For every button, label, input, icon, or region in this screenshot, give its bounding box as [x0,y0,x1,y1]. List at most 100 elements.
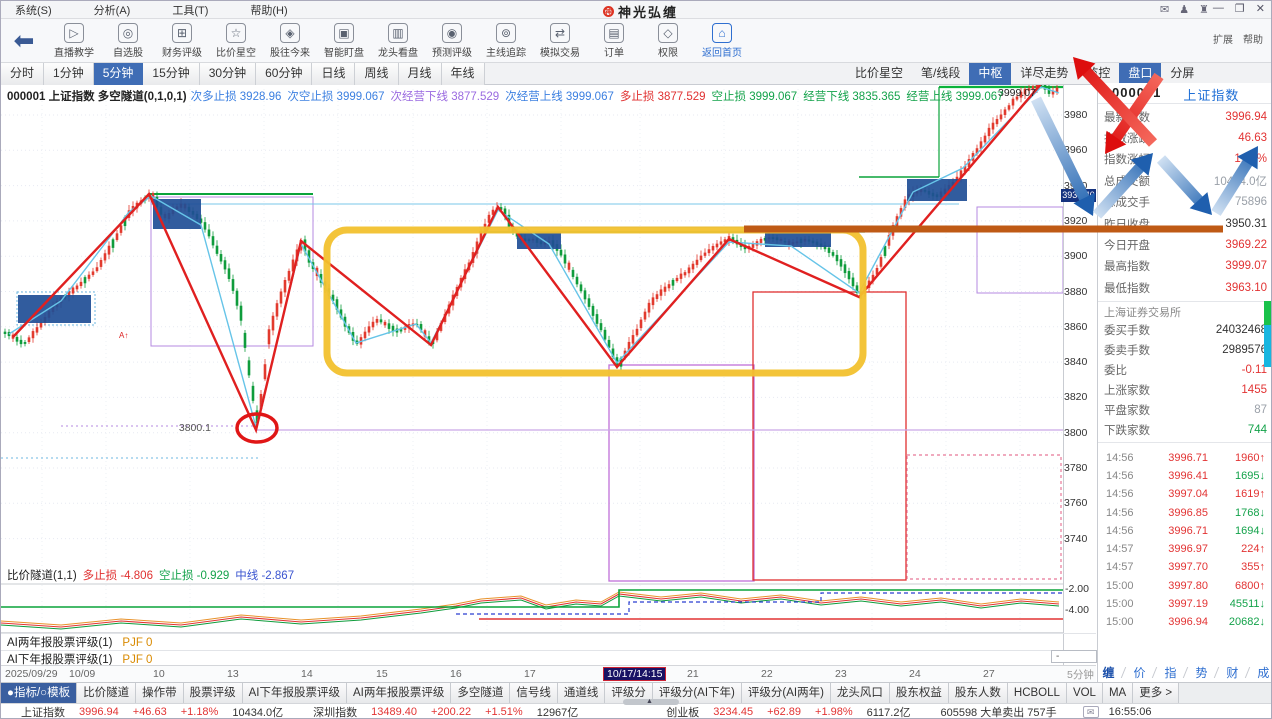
toolbar-item-label: 自选股 [101,44,155,59]
status-item: +1.18% [181,706,219,718]
menubar-item[interactable]: 系统(S) [15,2,52,18]
indicator-tab-比价隧道[interactable]: 比价隧道 [77,683,136,704]
indicator-tab-更多[interactable]: 更多 > [1133,683,1179,704]
toolbar-item-home[interactable]: ⌂返回首页 [695,23,749,59]
period-tab-周线[interactable]: 周线 [355,63,398,85]
toolbar-item-leader-watch[interactable]: ▥龙头看盘 [371,23,425,59]
indicator-tab-操作带[interactable]: 操作带 [136,683,184,704]
indicator-tab-VOL[interactable]: VOL [1067,683,1103,704]
menubar-item[interactable]: 分析(A) [94,2,131,18]
indicator-tab-通道线[interactable]: 通道线 [558,683,606,704]
y-axis-label: 3840 [1064,356,1094,368]
quote-row: 总成交额10434.0亿 [1098,170,1272,191]
bid-bar [1264,301,1271,325]
period-tab-60分钟[interactable]: 60分钟 [256,63,312,85]
indicator-tab-HCBOLL[interactable]: HCBOLL [1008,683,1067,704]
period-tab-月线[interactable]: 月线 [399,63,442,85]
tick-row: 14:563996.411695↓ [1098,467,1272,485]
indicator-tab-股东人数[interactable]: 股东人数 [949,683,1008,704]
y-axis-label: 3760 [1064,497,1094,509]
link-help[interactable]: 帮助 [1243,31,1263,46]
indicator-tab-MA[interactable]: MA [1103,683,1133,704]
indicator-tab-股东权益[interactable]: 股东权益 [890,683,949,704]
indicator-tab-股票评级[interactable]: 股票评级 [184,683,243,704]
view-tab-监控[interactable]: 监控 [1077,63,1119,85]
message-envelope-icon[interactable]: ✉ [1083,706,1099,718]
mail-icon[interactable]: ✉ [1160,3,1169,16]
menubar-item[interactable]: 帮助(H) [250,2,287,18]
view-tab-分屏[interactable]: 分屏 [1161,63,1203,85]
toolbar-item-permission[interactable]: ◇权限 [641,23,695,59]
menubar-item[interactable]: 工具(T) [172,2,208,18]
panel-mini-tab-财[interactable]: 财 [1226,664,1238,681]
period-tab-1分钟[interactable]: 1分钟 [44,63,94,85]
tick-volume: 1768↓ [1235,507,1265,519]
quote-row-value: 1.18% [1234,153,1267,165]
toolbar-item-finance-rating[interactable]: ⊞财务评级 [155,23,209,59]
minimize-button[interactable]: — [1213,2,1224,15]
toolbar-item-mainline-tracking[interactable]: ⊚主线追踪 [479,23,533,59]
mini-tab-divider [1152,667,1157,678]
period-tab-15分钟[interactable]: 15分钟 [143,63,199,85]
tick-row: 15:003997.806800↑ [1098,577,1272,595]
toolbar-item-smart-monitor[interactable]: ▣智能盯盘 [317,23,371,59]
toolbar-item-label: 预测评级 [425,44,479,59]
ai-rating-row: AI下年报股票评级(1)PJF 0 [1,650,1096,666]
panel-mini-tab-缠[interactable]: 缠 [1102,664,1114,681]
maximize-button[interactable]: ❐ [1235,2,1245,15]
panel-mini-tab-指[interactable]: 指 [1164,664,1176,681]
status-item: +1.51% [485,706,523,718]
toolbar-item-watchlist[interactable]: ◎自选股 [101,23,155,59]
toolbar-item-live-teaching[interactable]: ▷直播教学 [47,23,101,59]
x-axis: 2025/09/2910/0910131415161710/17/14:1521… [1,665,1096,682]
header-field: 多止损 3877.529 [620,91,706,103]
stock-name[interactable]: 上证指数 [1183,85,1239,101]
y-axis-label: 3740 [1064,533,1094,545]
toolbar-item-sim-trading[interactable]: ⇄模拟交易 [533,23,587,59]
indicator-tab-信号线[interactable]: 信号线 [510,683,558,704]
link-extend[interactable]: 扩展 [1213,31,1233,46]
permission-icon: ◇ [658,23,678,43]
x-axis-label: 13 [227,668,239,680]
indicator-tab-多空隧道[interactable]: 多空隧道 [451,683,510,704]
panel-mini-tab-成[interactable]: 成 [1257,664,1269,681]
user-icon[interactable]: ♟ [1179,3,1189,16]
axis-zoom-box[interactable]: - [1051,650,1097,663]
indicator-tab-AI两年报股票评级[interactable]: AI两年报股票评级 [347,683,451,704]
member-icon[interactable]: ♜ [1199,3,1209,16]
panel-mini-tab-价[interactable]: 价 [1133,664,1145,681]
bid-ask-bars [1264,301,1271,367]
y-axis-label: 3920 [1064,215,1094,227]
toolbar-item-stock-history[interactable]: ◈股往今来 [263,23,317,59]
sim-trading-icon: ⇄ [550,23,570,43]
toolbar-item-label: 直播教学 [47,44,101,59]
low-price-label: 3800.1 [179,422,211,434]
period-tab-30分钟[interactable]: 30分钟 [200,63,256,85]
toolbar-item-price-starsky[interactable]: ☆比价星空 [209,23,263,59]
period-tab-5分钟[interactable]: 5分钟 [94,63,144,85]
indicator-tab-AI下年报股票评级[interactable]: AI下年报股票评级 [243,683,347,704]
tick-volume: 20682↓ [1229,616,1265,628]
view-tab-中枢[interactable]: 中枢 [969,63,1011,85]
main-chart[interactable]: 3999.073800.1A↑ [1,85,1063,682]
tick-price: 3997.04 [1144,488,1208,500]
view-tab-比价星空[interactable]: 比价星空 [846,63,912,85]
period-tab-日线[interactable]: 日线 [312,63,355,85]
indicator-tab-指标模板[interactable]: ●指标/○模板 [1,683,77,704]
toolbar-item-orders[interactable]: ▤订单 [587,23,641,59]
close-button[interactable]: ✕ [1256,2,1265,15]
quote-row-value: 46.63 [1238,132,1267,144]
indicator-tab-龙头风口[interactable]: 龙头风口 [831,683,890,704]
view-tab-详尽走势[interactable]: 详尽走势 [1011,63,1077,85]
period-tab-分时[interactable]: 分时 [1,63,44,85]
toolbar-item-forecast-rating[interactable]: ◉预测评级 [425,23,479,59]
status-item: 上证指数 [21,704,65,719]
header-code-name: 000001 上证指数 多空隧道(0,1,0,1) [7,91,187,103]
view-tab-盘口[interactable]: 盘口 [1119,63,1161,85]
back-button[interactable]: ⬅ [1,21,47,61]
view-tab-笔/线段[interactable]: 笔/线段 [912,63,969,85]
panel-mini-tab-势[interactable]: 势 [1195,664,1207,681]
sub-indicator-field: 空止损 -0.929 [159,570,229,582]
period-tab-年线[interactable]: 年线 [442,63,485,85]
indicator-tab-评级分AI两年[interactable]: 评级分(AI两年) [742,683,831,704]
